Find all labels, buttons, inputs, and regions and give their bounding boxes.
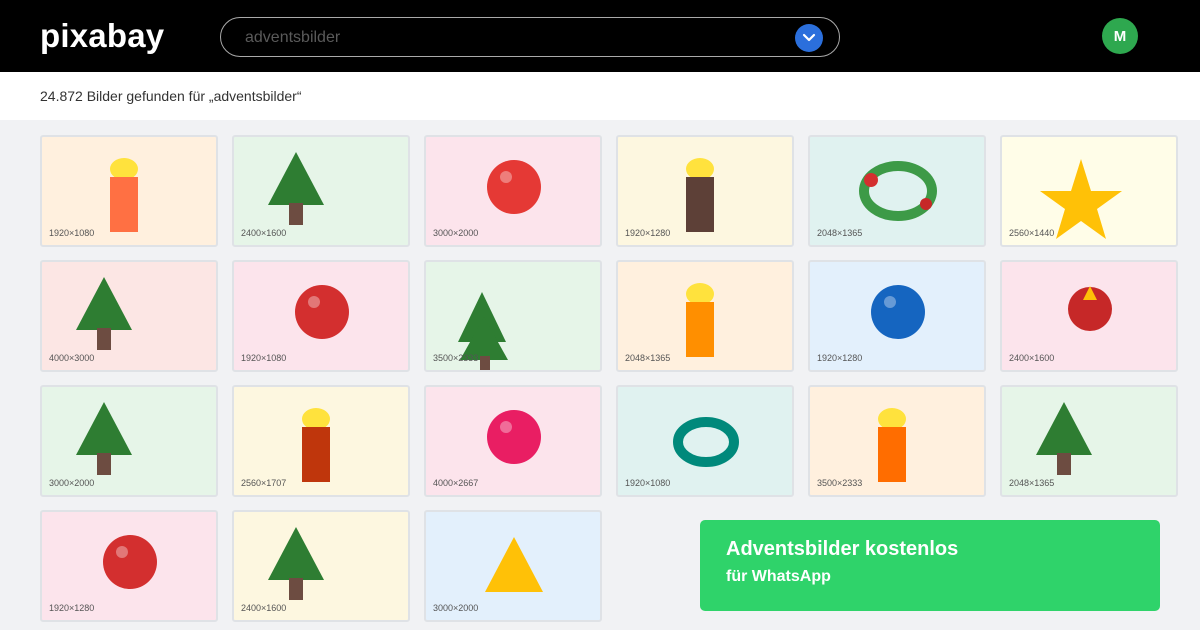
image-dimensions: 1920×1280	[817, 353, 863, 363]
top-bar: pixabay M	[0, 0, 1200, 72]
image-tile[interactable]: 3000×2000	[424, 135, 602, 247]
image-dimensions: 3500×2333	[433, 353, 479, 363]
image-dimensions: 1920×1280	[49, 603, 95, 613]
image-dimensions: 4000×2667	[433, 478, 479, 488]
image-tile[interactable]: 4000×2667	[424, 385, 602, 497]
image-dimensions: 2048×1365	[817, 228, 863, 238]
image-tile[interactable]: 1920×1280	[40, 510, 218, 622]
search-type-dropdown-button[interactable]	[795, 24, 823, 52]
image-tile[interactable]: 2560×1707	[232, 385, 410, 497]
image-dimensions: 2560×1707	[241, 478, 287, 488]
image-tile[interactable]: 1920×1280	[808, 260, 986, 372]
whatsapp-promo-button[interactable]: Adventsbilder kostenlos für WhatsApp	[700, 520, 1160, 611]
image-dimensions: 2400×1600	[1009, 353, 1055, 363]
search-input[interactable]	[245, 27, 785, 49]
image-dimensions: 3500×2333	[817, 478, 863, 488]
image-dimensions: 3000×2000	[49, 478, 95, 488]
image-dimensions: 4000×3000	[49, 353, 95, 363]
promo-subtitle: für WhatsApp	[726, 568, 831, 585]
user-avatar[interactable]: M	[1102, 18, 1138, 54]
image-tile[interactable]: 1920×1080	[232, 260, 410, 372]
chevron-down-icon	[802, 33, 816, 42]
image-tile[interactable]: 3500×2333	[808, 385, 986, 497]
image-dimensions: 3000×2000	[433, 603, 479, 613]
pixabay-logo[interactable]: pixabay	[40, 17, 164, 55]
image-tile[interactable]: 1920×1080	[40, 135, 218, 247]
results-bar: 24.872 Bilder gefunden für „adventsbilde…	[0, 72, 1200, 120]
image-dimensions: 2560×1440	[1009, 228, 1055, 238]
image-tile[interactable]: 2400×1600	[232, 135, 410, 247]
image-dimensions: 1920×1280	[625, 228, 671, 238]
image-dimensions: 2400×1600	[241, 603, 287, 613]
image-dimensions: 1920×1080	[241, 353, 287, 363]
image-tile[interactable]: 2048×1365	[1000, 385, 1178, 497]
image-dimensions: 2048×1365	[1009, 478, 1055, 488]
image-tile[interactable]: 2048×1365	[808, 135, 986, 247]
image-tile[interactable]: 2400×1600	[232, 510, 410, 622]
image-tile[interactable]: 3000×2000	[424, 510, 602, 622]
image-dimensions: 2048×1365	[625, 353, 671, 363]
image-tile[interactable]: 2048×1365	[616, 260, 794, 372]
image-tile[interactable]: 4000×3000	[40, 260, 218, 372]
image-tile[interactable]: 3500×2333	[424, 260, 602, 372]
image-dimensions: 1920×1080	[49, 228, 95, 238]
promo-title: Adventsbilder kostenlos	[726, 538, 959, 560]
image-tile[interactable]: 2400×1600	[1000, 260, 1178, 372]
image-dimensions: 1920×1080	[625, 478, 671, 488]
search-bar[interactable]	[220, 17, 840, 57]
image-dimensions: 2400×1600	[241, 228, 287, 238]
image-tile[interactable]: 1920×1280	[616, 135, 794, 247]
image-tile[interactable]: 2560×1440	[1000, 135, 1178, 247]
image-dimensions: 3000×2000	[433, 228, 479, 238]
results-count: 24.872 Bilder gefunden für „adventsbilde…	[40, 88, 302, 104]
image-tile[interactable]: 1920×1080	[616, 385, 794, 497]
image-tile[interactable]: 3000×2000	[40, 385, 218, 497]
